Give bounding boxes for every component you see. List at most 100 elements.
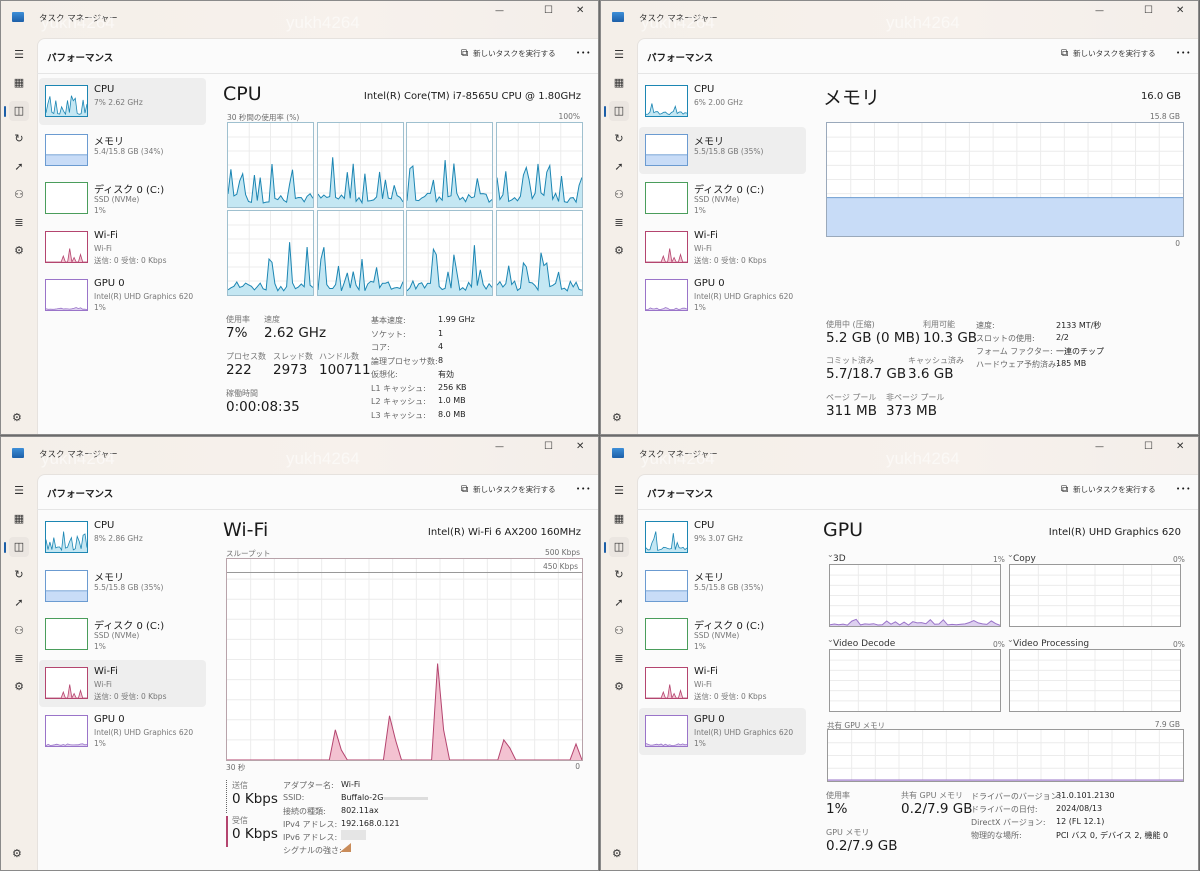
- maximize-button[interactable]: ☐: [544, 441, 553, 452]
- startup-apps-icon[interactable]: ➚: [609, 593, 629, 613]
- close-button[interactable]: ✕: [1176, 5, 1184, 16]
- more-options-button[interactable]: •••: [576, 49, 591, 57]
- sidebar-item-gpu[interactable]: GPU 0 Intel(R) UHD Graphics 620 1%: [639, 708, 806, 755]
- sidebar-item-detail: Wi-Fi: [694, 243, 712, 253]
- detail-value: 256 KB: [438, 382, 467, 392]
- details-icon[interactable]: ≣: [609, 649, 629, 669]
- performance-icon[interactable]: ◫: [9, 537, 29, 557]
- engine-selector[interactable]: Video Decode: [833, 639, 895, 649]
- minimize-button[interactable]: —: [495, 6, 504, 16]
- menu-icon[interactable]: ☰: [9, 45, 29, 65]
- app-history-icon[interactable]: ↻: [9, 129, 29, 149]
- maximize-button[interactable]: ☐: [544, 5, 553, 16]
- performance-icon[interactable]: ◫: [609, 101, 629, 121]
- processes-icon[interactable]: ▦: [9, 509, 29, 529]
- run-new-task-button[interactable]: ⧉ 新しいタスクを実行する: [461, 48, 556, 59]
- app-history-icon[interactable]: ↻: [609, 129, 629, 149]
- engine-selector[interactable]: Video Processing: [1013, 639, 1089, 649]
- users-icon[interactable]: ⚇: [609, 185, 629, 205]
- app-history-icon[interactable]: ↻: [609, 565, 629, 585]
- startup-apps-icon[interactable]: ➚: [9, 157, 29, 177]
- engine-chevron-icon[interactable]: ⌄: [827, 550, 834, 559]
- sidebar-item-cpu[interactable]: CPU 6% 2.00 GHz: [639, 78, 806, 125]
- settings-icon[interactable]: ⚙: [12, 411, 22, 424]
- detail-key: L1 キャッシュ:: [371, 383, 426, 393]
- thumbnail-graph: [646, 531, 687, 552]
- settings-icon[interactable]: ⚙: [12, 847, 22, 860]
- thumbnail-graph: [46, 743, 87, 746]
- details-icon[interactable]: ≣: [609, 213, 629, 233]
- details-icon[interactable]: ≣: [9, 213, 29, 233]
- run-new-task-button[interactable]: ⧉ 新しいタスクを実行する: [1061, 48, 1156, 59]
- users-icon[interactable]: ⚇: [609, 621, 629, 641]
- sidebar-item-cpu[interactable]: CPU 7% 2.62 GHz: [39, 78, 206, 125]
- services-icon[interactable]: ⚙: [9, 241, 29, 261]
- sidebar-item-gpu[interactable]: GPU 0 Intel(R) UHD Graphics 620 1%: [639, 272, 806, 319]
- shared-memory-max: 7.9 GB: [1154, 720, 1180, 729]
- engine-selector[interactable]: 3D: [833, 554, 846, 564]
- sidebar-item-label: CPU: [694, 520, 715, 531]
- settings-icon[interactable]: ⚙: [612, 847, 622, 860]
- minimize-button[interactable]: —: [1095, 442, 1104, 452]
- watermark: yukh4264: [286, 13, 360, 32]
- engine-chevron-icon[interactable]: ⌄: [1007, 635, 1014, 644]
- engine-chevron-icon[interactable]: ⌄: [1007, 550, 1014, 559]
- run-new-task-button[interactable]: ⧉ 新しいタスクを実行する: [461, 484, 556, 495]
- sidebar-item-cpu[interactable]: CPU 9% 3.07 GHz: [639, 514, 806, 561]
- more-options-button[interactable]: •••: [576, 485, 591, 493]
- sidebar-item-memory[interactable]: メモリ 5.4/15.8 GB (34%): [39, 127, 206, 174]
- sidebar-item-wifi[interactable]: Wi-Fi Wi-Fi 送信: 0 受信: 0 Kbps: [39, 224, 206, 271]
- sidebar-item-detail: 1%: [694, 206, 706, 215]
- startup-apps-icon[interactable]: ➚: [9, 593, 29, 613]
- app-history-icon[interactable]: ↻: [9, 565, 29, 585]
- sidebar-item-memory[interactable]: メモリ 5.5/15.8 GB (35%): [639, 126, 806, 174]
- services-icon[interactable]: ⚙: [9, 677, 29, 697]
- more-options-button[interactable]: •••: [1176, 49, 1191, 57]
- startup-apps-icon[interactable]: ➚: [609, 157, 629, 177]
- minimize-button[interactable]: —: [1095, 6, 1104, 16]
- sidebar-item-wifi[interactable]: Wi-Fi Wi-Fi 送信: 0 受信: 0 Kbps: [639, 224, 806, 271]
- users-icon[interactable]: ⚇: [9, 621, 29, 641]
- users-icon[interactable]: ⚇: [9, 185, 29, 205]
- detail-value: 802.11ax: [341, 806, 379, 815]
- detail-key: L3 キャッシュ:: [371, 410, 426, 420]
- thumbnail-graph: [46, 531, 87, 552]
- stat-label: ハンドル数: [319, 352, 359, 361]
- cpu-core-graph-svg: [317, 211, 403, 295]
- menu-icon[interactable]: ☰: [609, 481, 629, 501]
- maximize-button[interactable]: ☐: [1144, 5, 1153, 16]
- services-icon[interactable]: ⚙: [609, 241, 629, 261]
- stat-label: 共有 GPU メモリ: [901, 791, 963, 800]
- settings-icon[interactable]: ⚙: [612, 411, 622, 424]
- sidebar-item-wifi[interactable]: Wi-Fi Wi-Fi 送信: 0 受信: 0 Kbps: [639, 660, 806, 707]
- performance-icon[interactable]: ◫: [609, 537, 629, 557]
- sidebar-item-memory[interactable]: メモリ 5.5/15.8 GB (35%): [39, 563, 206, 610]
- minimize-button[interactable]: —: [495, 442, 504, 452]
- engine-chevron-icon[interactable]: ⌄: [827, 635, 834, 644]
- sidebar-item-wifi[interactable]: Wi-Fi Wi-Fi 送信: 0 受信: 0 Kbps: [39, 659, 206, 707]
- performance-icon[interactable]: ◫: [9, 101, 29, 121]
- run-new-task-button[interactable]: ⧉ 新しいタスクを実行する: [1061, 484, 1156, 495]
- menu-icon[interactable]: ☰: [609, 45, 629, 65]
- services-icon[interactable]: ⚙: [609, 677, 629, 697]
- sidebar-item-cpu[interactable]: CPU 8% 2.86 GHz: [39, 514, 206, 561]
- sidebar-item-memory[interactable]: メモリ 5.5/15.8 GB (35%): [639, 563, 806, 610]
- sidebar-item-gpu[interactable]: GPU 0 Intel(R) UHD Graphics 620 1%: [39, 272, 206, 319]
- close-button[interactable]: ✕: [1176, 441, 1184, 452]
- sidebar-item-disk[interactable]: ディスク 0 (C:) SSD (NVMe) 1%: [39, 611, 206, 658]
- engine-selector[interactable]: Copy: [1013, 554, 1036, 564]
- close-button[interactable]: ✕: [576, 441, 584, 452]
- processes-icon[interactable]: ▦: [9, 73, 29, 93]
- more-options-button[interactable]: •••: [1176, 485, 1191, 493]
- sidebar-item-disk[interactable]: ディスク 0 (C:) SSD (NVMe) 1%: [639, 611, 806, 658]
- close-button[interactable]: ✕: [576, 5, 584, 16]
- processes-icon[interactable]: ▦: [609, 73, 629, 93]
- menu-icon[interactable]: ☰: [9, 481, 29, 501]
- sidebar-item-disk[interactable]: ディスク 0 (C:) SSD (NVMe) 1%: [39, 175, 206, 222]
- processes-icon[interactable]: ▦: [609, 509, 629, 529]
- sidebar-item-disk[interactable]: ディスク 0 (C:) SSD (NVMe) 1%: [639, 175, 806, 222]
- stat-value: 373 MB: [886, 403, 937, 419]
- details-icon[interactable]: ≣: [9, 649, 29, 669]
- sidebar-item-gpu[interactable]: GPU 0 Intel(R) UHD Graphics 620 1%: [39, 708, 206, 755]
- maximize-button[interactable]: ☐: [1144, 441, 1153, 452]
